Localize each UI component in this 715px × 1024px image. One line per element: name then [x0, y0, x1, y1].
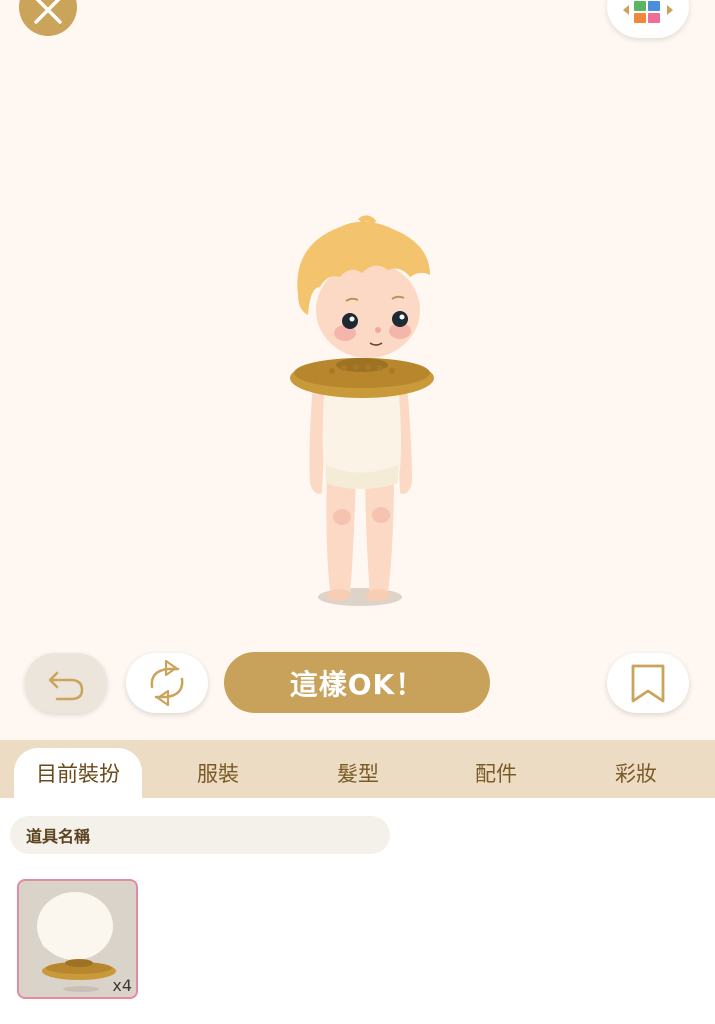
tab-accessories[interactable]: 配件 — [438, 748, 554, 798]
bookmark-button[interactable] — [607, 653, 689, 713]
color-grid-icon — [623, 1, 673, 23]
tab-makeup[interactable]: 彩妝 — [578, 748, 694, 798]
avatar-figure — [290, 215, 434, 606]
confirm-ok-button[interactable]: 這樣OK！ — [224, 652, 490, 713]
tab-current-outfit[interactable]: 目前裝扮 — [14, 748, 142, 798]
bookmark-icon — [631, 664, 665, 703]
tab-clothing[interactable]: 服裝 — [160, 748, 276, 798]
avatar-stage: 這樣OK！ — [0, 0, 715, 740]
close-icon — [34, 0, 62, 24]
undo-icon — [48, 671, 84, 701]
item-card-collar[interactable]: x4 — [17, 879, 138, 999]
layout-toggle-button[interactable] — [607, 0, 689, 38]
category-tab-bar: 目前裝扮 服裝 髮型 配件 彩妝 — [0, 740, 715, 798]
item-count: x4 — [112, 976, 132, 995]
close-button[interactable] — [19, 0, 77, 36]
undo-button[interactable] — [25, 653, 107, 713]
tab-hairstyle[interactable]: 髮型 — [300, 748, 416, 798]
item-panel: 道具名稱 x4 — [0, 798, 715, 1024]
item-name-label: 道具名稱 — [10, 816, 390, 854]
rotate-icon — [150, 659, 184, 707]
rotate-button[interactable] — [126, 653, 208, 713]
